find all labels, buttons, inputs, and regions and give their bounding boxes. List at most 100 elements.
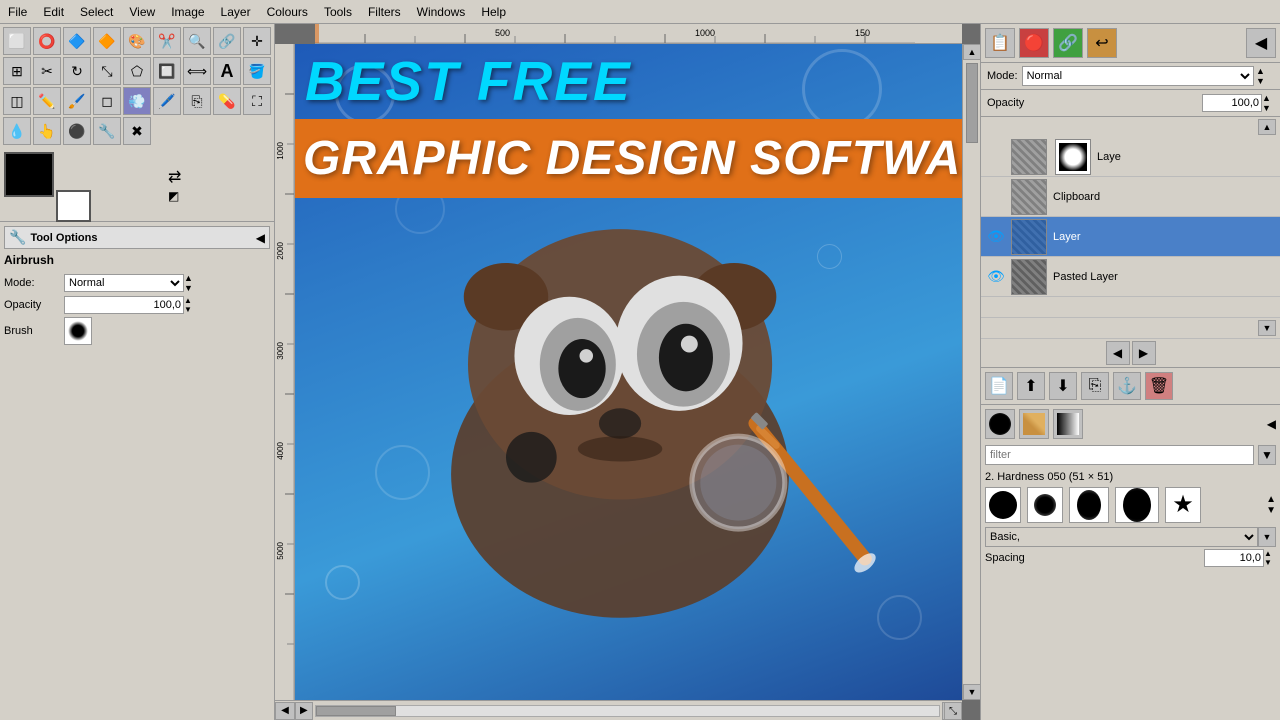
tool-scissors[interactable]: ✂️ — [153, 27, 181, 55]
brush-preview-4[interactable] — [1115, 487, 1159, 523]
hscrollbar-track[interactable] — [315, 705, 940, 717]
brushes-scroll-down[interactable]: ▼ — [1266, 505, 1276, 516]
tool-airbrush[interactable]: 💨 — [123, 87, 151, 115]
layer-eye-pasted[interactable]: 👁 — [985, 266, 1007, 288]
tool-bucket-fill[interactable]: 🪣 — [243, 57, 271, 85]
tool-rotate[interactable]: ↻ — [63, 57, 91, 85]
tool-shear[interactable]: ⬠ — [123, 57, 151, 85]
opacity-value-box[interactable]: 100,0 — [64, 296, 184, 314]
vertical-scrollbar[interactable]: ▲ ▼ — [962, 44, 980, 700]
basic-select[interactable]: Basic, — [985, 527, 1258, 547]
vscroll-down-arrow[interactable]: ▼ — [963, 684, 980, 700]
brush-pattern-btn[interactable] — [1019, 409, 1049, 439]
layer-eye-laye[interactable]: 👁 — [985, 146, 1007, 168]
layers-up-arrow[interactable]: ▲ — [1258, 119, 1276, 135]
delete-layer-btn[interactable]: 🗑 — [1145, 372, 1173, 400]
spacing-value-box[interactable]: 10,0 — [1204, 549, 1264, 567]
tool-paths[interactable]: 🔗 — [213, 27, 241, 55]
tool-blur-sharpen[interactable]: 💧 — [3, 117, 31, 145]
tool-extra2[interactable]: ✖ — [123, 117, 151, 145]
brush-preview-star[interactable]: ★ — [1165, 487, 1201, 523]
tool-heal[interactable]: 💊 — [213, 87, 241, 115]
opacity-up-arrow[interactable]: ▲ — [1262, 93, 1274, 103]
swap-colors-icon[interactable]: ⇄ — [168, 167, 181, 187]
vscroll-up-arrow[interactable]: ▲ — [963, 44, 980, 60]
canvas-content[interactable]: BEST FREE GRAPHIC DESIGN SOFTWARE — [295, 44, 962, 700]
menu-select[interactable]: Select — [72, 3, 121, 21]
menu-edit[interactable]: Edit — [35, 3, 72, 21]
anchor-layer-btn[interactable]: ⚓ — [1113, 372, 1141, 400]
tool-smudge[interactable]: 👆 — [33, 117, 61, 145]
menu-colours[interactable]: Colours — [259, 3, 316, 21]
tool-select-color[interactable]: 🎨 — [123, 27, 151, 55]
layer-eye-clipboard[interactable]: 👁 — [985, 186, 1007, 208]
brush-preview-2[interactable] — [1027, 487, 1063, 523]
menu-layer[interactable]: Layer — [213, 3, 259, 21]
menu-file[interactable]: File — [0, 3, 35, 21]
canvas-resize-btn[interactable]: ⤡ — [944, 702, 962, 720]
opacity-up[interactable]: ▲ — [184, 296, 196, 305]
menu-view[interactable]: View — [121, 3, 163, 21]
opacity-down-arrow[interactable]: ▼ — [1262, 103, 1274, 113]
layers-nav-left[interactable]: ◀ — [1106, 341, 1130, 365]
menu-filters[interactable]: Filters — [360, 3, 409, 21]
opacity-down[interactable]: ▼ — [184, 305, 196, 314]
layers-icon-btn[interactable]: 📋 — [985, 28, 1015, 58]
tool-rect-select[interactable]: ⬜ — [3, 27, 31, 55]
layers-list[interactable]: 👁 Laye 👁 Clipboard 👁 Layer — [981, 137, 1280, 317]
vscroll-thumb[interactable] — [966, 63, 978, 143]
tool-align[interactable]: ⊞ — [3, 57, 31, 85]
menu-windows[interactable]: Windows — [409, 3, 474, 21]
undo-icon-btn[interactable]: ↩ — [1087, 28, 1117, 58]
tool-perspective-clone[interactable]: ⛶ — [243, 87, 271, 115]
duplicate-layer-btn[interactable]: ⎘ — [1081, 372, 1109, 400]
foreground-color[interactable] — [4, 152, 54, 197]
raise-layer-btn[interactable]: ⬆ — [1017, 372, 1045, 400]
new-layer-btn[interactable]: 📄 — [985, 372, 1013, 400]
basic-dropdown-arrow[interactable]: ▼ — [1258, 527, 1276, 547]
brush-gradient-btn[interactable] — [1053, 409, 1083, 439]
spacing-down-arrow[interactable]: ▼ — [1264, 558, 1276, 567]
menu-tools[interactable]: Tools — [316, 3, 360, 21]
tool-text[interactable]: A — [213, 57, 241, 85]
layer-opacity-value[interactable]: 100,0 — [1202, 94, 1262, 112]
brush-preview-1[interactable] — [985, 487, 1021, 523]
layers-nav-right[interactable]: ▶ — [1132, 341, 1156, 365]
layers-down-arrow[interactable]: ▼ — [1258, 320, 1276, 336]
lower-layer-btn[interactable]: ⬇ — [1049, 372, 1077, 400]
tool-paintbrush[interactable]: 🖌️ — [63, 87, 91, 115]
menu-image[interactable]: Image — [163, 3, 212, 21]
tool-free-select[interactable]: 🔷 — [63, 27, 91, 55]
menu-help[interactable]: Help — [473, 3, 514, 21]
tool-ellipse-select[interactable]: ⭕ — [33, 27, 61, 55]
tool-dodge-burn[interactable]: ⚫ — [63, 117, 91, 145]
layer-mode-select[interactable]: Normal Multiply Screen — [1022, 66, 1254, 86]
layer-item-laye[interactable]: 👁 Laye — [981, 137, 1280, 177]
mode-select[interactable]: Normal Multiply Screen — [64, 274, 184, 292]
tool-move[interactable]: ✛ — [243, 27, 271, 55]
tool-perspective[interactable]: 🔲 — [153, 57, 181, 85]
reset-colors-icon[interactable]: ◩ — [168, 189, 181, 203]
tool-eraser[interactable]: ◻ — [93, 87, 121, 115]
mode-up-arrow[interactable]: ▲ — [1256, 66, 1274, 76]
layer-eye-layer[interactable]: 👁 — [985, 226, 1007, 248]
layer-item-layer[interactable]: 👁 Layer — [981, 217, 1280, 257]
mode-down-arrow[interactable]: ▼ — [1256, 76, 1274, 86]
brushes-scroll-up[interactable]: ▲ — [1266, 494, 1276, 505]
tool-extra1[interactable]: 🔧 — [93, 117, 121, 145]
tool-scale[interactable]: ⤡ — [93, 57, 121, 85]
brush-black-btn[interactable] — [985, 409, 1015, 439]
tool-blend[interactable]: ◫ — [3, 87, 31, 115]
tool-pencil[interactable]: ✏️ — [33, 87, 61, 115]
tool-clone[interactable]: ⎘ — [183, 87, 211, 115]
tool-options-collapse[interactable]: ◀ — [256, 231, 265, 245]
hscroll-thumb[interactable] — [316, 706, 396, 716]
tool-foreground-select[interactable]: 🔍 — [183, 27, 211, 55]
brush-preview-3[interactable] — [1069, 487, 1109, 523]
panel-collapse-btn[interactable]: ◀ — [1246, 28, 1276, 58]
tool-fuzzy-select[interactable]: 🔶 — [93, 27, 121, 55]
brush-filter-input[interactable] — [985, 445, 1254, 465]
brush-filter-dropdown[interactable]: ▼ — [1258, 445, 1276, 465]
layer-item-clipboard[interactable]: 👁 Clipboard — [981, 177, 1280, 217]
tool-flip[interactable]: ⟺ — [183, 57, 211, 85]
